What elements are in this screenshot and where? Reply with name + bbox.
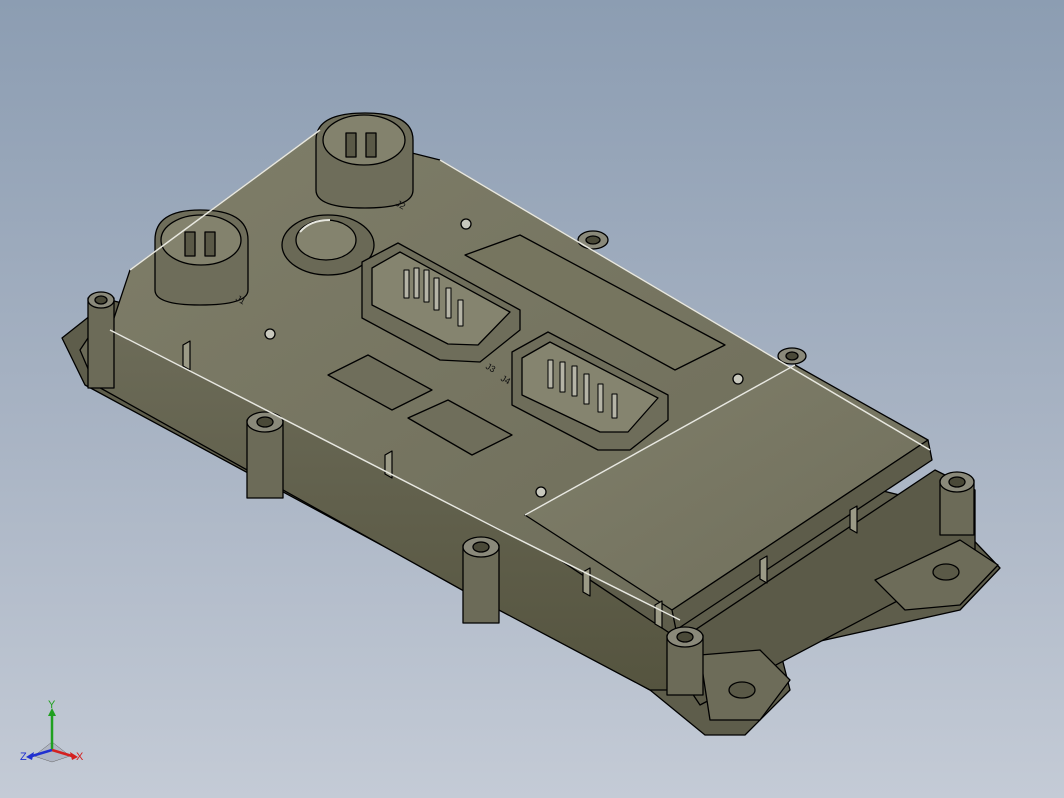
top-hole (264, 328, 276, 340)
connector-j1[interactable]: J1 (154, 209, 249, 306)
model-viewport[interactable]: J1 J2 J3 J4 (0, 0, 1064, 798)
corner-boss-lid-right (939, 471, 975, 536)
corner-boss-lid-front (666, 626, 704, 696)
connector-j2[interactable]: J2 (315, 112, 414, 211)
z-axis-label: Z (20, 751, 27, 763)
x-axis-label: X (76, 751, 84, 763)
y-axis-label: Y (48, 700, 56, 711)
top-hole (535, 486, 547, 498)
axis-triad[interactable]: Y X Z (18, 700, 90, 772)
corner-boss-left (87, 291, 115, 389)
z-arrow-icon (26, 752, 34, 760)
ecu-housing-model[interactable]: J1 J2 J3 J4 (61, 112, 1001, 736)
top-hole (732, 373, 744, 385)
top-hole (460, 218, 472, 230)
round-vent (281, 214, 375, 276)
corner-boss-mid (246, 411, 284, 499)
corner-boss-front (462, 536, 500, 624)
